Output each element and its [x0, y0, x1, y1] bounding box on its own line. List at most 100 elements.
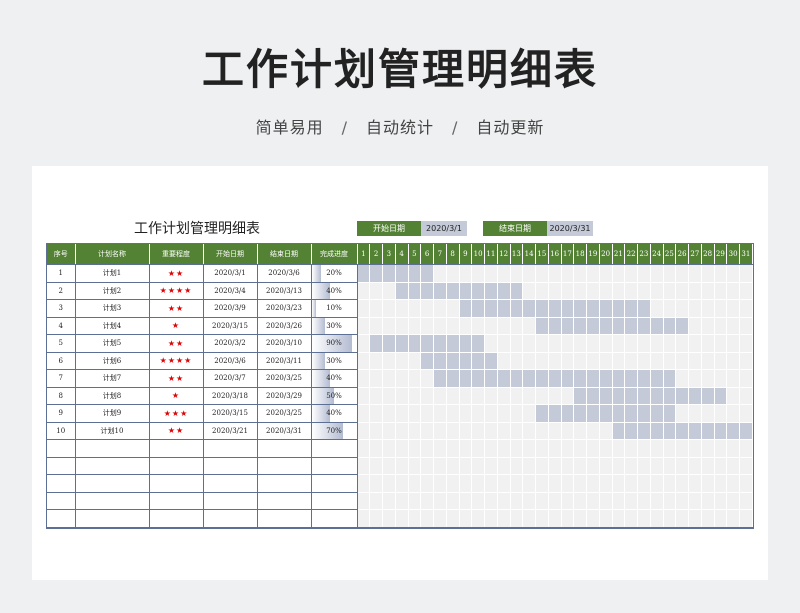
- gantt-cell[interactable]: [356, 369, 371, 388]
- gantt-cell[interactable]: [510, 317, 524, 335]
- gantt-cell[interactable]: [612, 439, 626, 458]
- gantt-cell[interactable]: [535, 352, 549, 370]
- cell-no[interactable]: [47, 457, 76, 475]
- gantt-cell[interactable]: [624, 492, 638, 510]
- gantt-cell[interactable]: [675, 299, 689, 318]
- gantt-cell[interactable]: [369, 299, 383, 318]
- gantt-cell[interactable]: [701, 369, 715, 388]
- cell-end-date[interactable]: 2020/3/13: [257, 282, 312, 300]
- gantt-cell-active[interactable]: [471, 282, 485, 300]
- gantt-cell-active[interactable]: [548, 404, 562, 423]
- cell-start-date[interactable]: 2020/3/21: [203, 422, 258, 440]
- gantt-cell[interactable]: [612, 352, 626, 370]
- gantt-cell-active[interactable]: [573, 404, 587, 423]
- gantt-cell[interactable]: [510, 334, 524, 353]
- gantt-cell-active[interactable]: [561, 404, 575, 423]
- gantt-cell-active[interactable]: [459, 282, 473, 300]
- gantt-cell[interactable]: [395, 352, 409, 370]
- gantt-cell-active[interactable]: [446, 369, 460, 388]
- gantt-cell[interactable]: [714, 299, 728, 318]
- gantt-cell[interactable]: [510, 492, 524, 510]
- gantt-cell[interactable]: [739, 404, 753, 423]
- gantt-cell[interactable]: [650, 457, 664, 475]
- cell-no[interactable]: 3: [47, 299, 76, 318]
- gantt-cell-active[interactable]: [446, 334, 460, 353]
- gantt-cell-active[interactable]: [637, 422, 651, 440]
- gantt-cell-active[interactable]: [459, 369, 473, 388]
- cell-progress[interactable]: 40%: [311, 282, 358, 300]
- gantt-cell[interactable]: [522, 422, 536, 440]
- gantt-cell[interactable]: [382, 492, 396, 510]
- gantt-cell[interactable]: [356, 334, 371, 353]
- cell-start-date[interactable]: 2020/3/2: [203, 334, 258, 353]
- gantt-cell-active[interactable]: [599, 404, 613, 423]
- gantt-cell[interactable]: [459, 422, 473, 440]
- gantt-cell[interactable]: [573, 439, 587, 458]
- gantt-cell[interactable]: [637, 474, 651, 493]
- gantt-cell[interactable]: [561, 422, 575, 440]
- cell-progress[interactable]: 40%: [311, 404, 358, 423]
- gantt-cell-active[interactable]: [599, 317, 613, 335]
- cell-progress[interactable]: [311, 474, 358, 493]
- gantt-cell[interactable]: [408, 457, 422, 475]
- gantt-cell-active[interactable]: [446, 282, 460, 300]
- gantt-cell[interactable]: [408, 509, 422, 528]
- gantt-cell[interactable]: [701, 509, 715, 528]
- gantt-cell[interactable]: [663, 492, 677, 510]
- gantt-cell[interactable]: [675, 492, 689, 510]
- gantt-cell[interactable]: [459, 474, 473, 493]
- cell-plan-name[interactable]: [75, 492, 150, 510]
- gantt-cell[interactable]: [573, 474, 587, 493]
- gantt-cell-active[interactable]: [726, 422, 740, 440]
- cell-end-date[interactable]: [257, 439, 312, 458]
- gantt-cell-active[interactable]: [522, 369, 536, 388]
- cell-no[interactable]: [47, 492, 76, 510]
- gantt-cell[interactable]: [497, 474, 511, 493]
- cell-no[interactable]: 2: [47, 282, 76, 300]
- gantt-cell[interactable]: [497, 317, 511, 335]
- gantt-cell[interactable]: [356, 299, 371, 318]
- gantt-cell[interactable]: [561, 439, 575, 458]
- gantt-cell-active[interactable]: [637, 317, 651, 335]
- gantt-cell[interactable]: [561, 492, 575, 510]
- gantt-cell[interactable]: [612, 457, 626, 475]
- gantt-cell-active[interactable]: [586, 387, 600, 405]
- gantt-cell[interactable]: [688, 474, 702, 493]
- cell-plan-name[interactable]: 计划10: [75, 422, 150, 440]
- gantt-cell[interactable]: [484, 509, 498, 528]
- gantt-cell-active[interactable]: [471, 352, 485, 370]
- gantt-cell[interactable]: [356, 509, 371, 528]
- cell-no[interactable]: [47, 474, 76, 493]
- gantt-cell[interactable]: [471, 492, 485, 510]
- gantt-cell[interactable]: [395, 369, 409, 388]
- gantt-cell[interactable]: [356, 474, 371, 493]
- gantt-cell[interactable]: [688, 492, 702, 510]
- gantt-cell[interactable]: [395, 492, 409, 510]
- gantt-cell[interactable]: [739, 492, 753, 510]
- gantt-cell[interactable]: [726, 369, 740, 388]
- gantt-cell[interactable]: [726, 299, 740, 318]
- gantt-cell[interactable]: [522, 439, 536, 458]
- gantt-cell-active[interactable]: [395, 282, 409, 300]
- cell-importance[interactable]: ★★★: [149, 404, 204, 423]
- cell-end-date[interactable]: [257, 492, 312, 510]
- cell-plan-name[interactable]: [75, 474, 150, 493]
- gantt-cell[interactable]: [408, 352, 422, 370]
- gantt-cell[interactable]: [446, 439, 460, 458]
- gantt-cell[interactable]: [612, 264, 626, 283]
- gantt-cell[interactable]: [688, 334, 702, 353]
- cell-start-date[interactable]: 2020/3/18: [203, 387, 258, 405]
- gantt-cell-active[interactable]: [701, 387, 715, 405]
- cell-end-date[interactable]: 2020/3/23: [257, 299, 312, 318]
- gantt-cell[interactable]: [369, 352, 383, 370]
- gantt-cell-active[interactable]: [535, 404, 549, 423]
- gantt-cell[interactable]: [382, 387, 396, 405]
- gantt-cell[interactable]: [586, 334, 600, 353]
- gantt-cell[interactable]: [637, 439, 651, 458]
- gantt-cell[interactable]: [637, 492, 651, 510]
- gantt-cell[interactable]: [446, 474, 460, 493]
- gantt-cell[interactable]: [369, 282, 383, 300]
- gantt-cell[interactable]: [739, 299, 753, 318]
- gantt-cell[interactable]: [739, 334, 753, 353]
- gantt-cell[interactable]: [484, 387, 498, 405]
